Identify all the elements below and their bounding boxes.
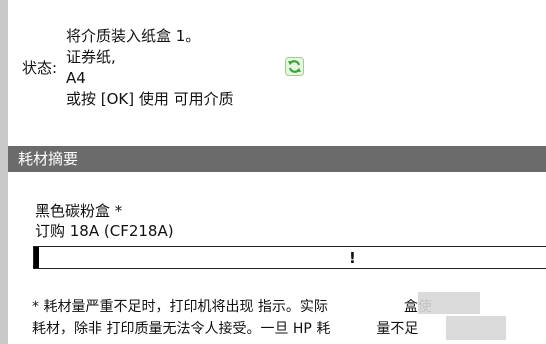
low-toner-warning-mark: !: [349, 249, 356, 267]
footnote-line-start: * 耗材量严重不足时，打印机将出现 指示。实际: [32, 299, 328, 315]
window-left-edge: [0, 0, 8, 344]
toner-cartridge-name: 黑色碳粉盒 *: [35, 202, 123, 220]
footnote-text: * 耗材量严重不足时，打印机将出现 指示。实际盒使 耗材，除非 打印质量无法令人…: [32, 296, 432, 340]
status-line: A4: [66, 69, 86, 87]
status-line: 或按 [OK] 使用 可用介质: [66, 90, 234, 108]
status-message: 将介质装入纸盒 1。 证券纸, A4 或按 [OK] 使用 可用介质: [66, 26, 234, 110]
footnote-line-start: 耗材，除非 打印质量无法令人接受。一旦 HP 耗: [32, 321, 331, 337]
status-panel: 状态: 将介质装入纸盒 1。 证券纸, A4 或按 [OK] 使用 可用介质: [8, 0, 546, 146]
toner-level-fill: [34, 247, 40, 268]
footnote-line: * 耗材量严重不足时，打印机将出现 指示。实际盒使: [32, 296, 432, 318]
status-line: 将介质装入纸盒 1。: [66, 27, 201, 45]
refresh-icon[interactable]: [285, 57, 304, 76]
footnote-line: 耗材，除非 打印质量无法令人接受。一旦 HP 耗 量不足: [32, 318, 432, 340]
watermark-blur: [446, 316, 506, 340]
toner-order-info: 订购 18A (CF218A): [35, 222, 174, 240]
section-title: 耗材摘要: [18, 150, 79, 168]
status-line: 证券纸,: [66, 48, 116, 66]
watermark-blur: [418, 292, 480, 314]
supplies-section-header: 耗材摘要: [8, 146, 546, 172]
toner-level-gauge: !: [33, 246, 546, 269]
status-label: 状态:: [22, 59, 58, 77]
footnote-line-end: 量不足: [376, 321, 419, 337]
